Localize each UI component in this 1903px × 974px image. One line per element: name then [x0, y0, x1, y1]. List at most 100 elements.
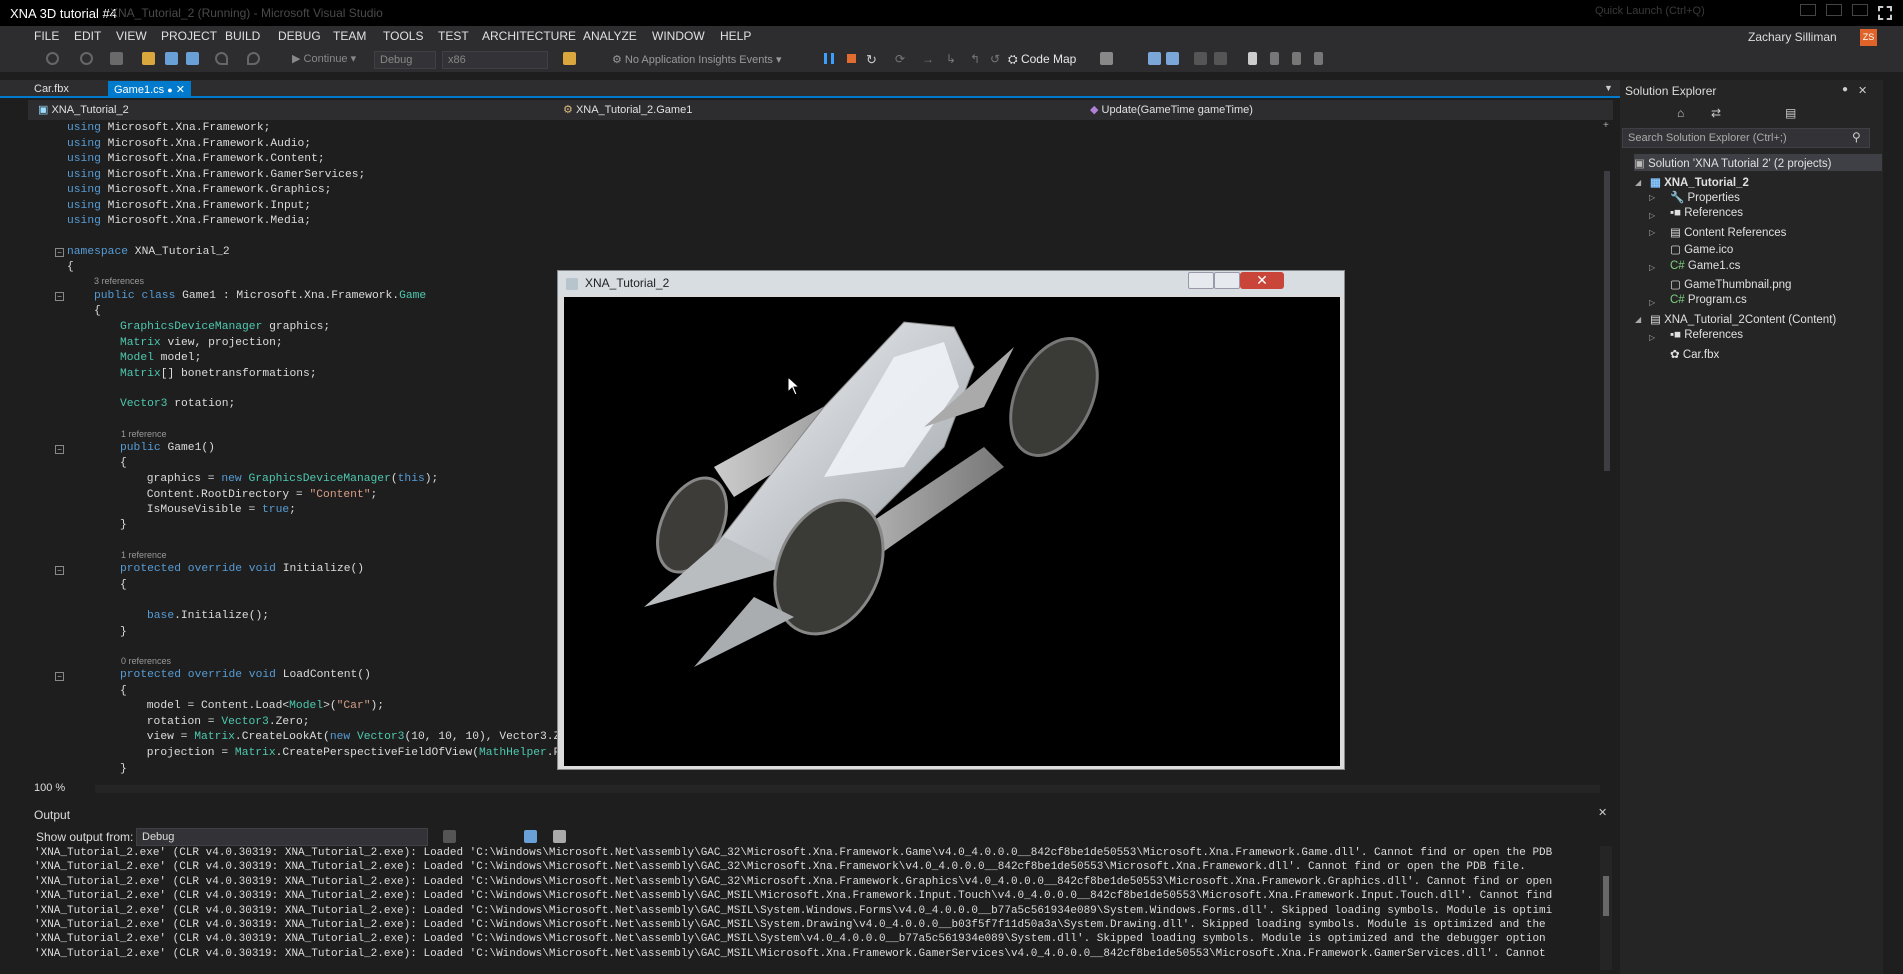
next-bookmark-icon[interactable]: [1292, 52, 1301, 65]
step-into-icon[interactable]: →: [922, 52, 934, 66]
scroll-thumb[interactable]: [1604, 171, 1610, 471]
solution-search-input[interactable]: Search Solution Explorer (Ctrl+;): [1622, 128, 1870, 148]
platform-select[interactable]: x86: [442, 51, 548, 69]
step-out-icon[interactable]: ↰: [970, 52, 980, 66]
tree-game1-cs[interactable]: C# Game1.cs: [1670, 260, 1740, 272]
save-all-icon[interactable]: [186, 52, 199, 65]
game-maximize-button[interactable]: [1214, 272, 1240, 289]
expand-icon[interactable]: ▷: [1649, 263, 1655, 272]
horizontal-scrollbar[interactable]: [95, 785, 1600, 793]
game-close-button[interactable]: ✕: [1240, 272, 1284, 289]
expand-icon[interactable]: ▷: [1649, 298, 1655, 307]
member-dropdown[interactable]: ◆ Update(GameTime gameTime): [1090, 103, 1253, 116]
clear-output-icon[interactable]: [443, 830, 456, 843]
menu-file[interactable]: FILE: [34, 29, 59, 43]
attach-icon[interactable]: [563, 52, 576, 65]
menu-debug[interactable]: DEBUG: [278, 29, 321, 43]
collapse-namespace-icon[interactable]: −: [55, 248, 64, 257]
scroll-thumb[interactable]: [1603, 876, 1609, 916]
step-over-icon[interactable]: ↳: [946, 52, 956, 66]
refresh-icon[interactable]: ↺: [990, 52, 1000, 66]
fullscreen-icon[interactable]: [1878, 6, 1892, 20]
output-source-select[interactable]: Debug: [136, 828, 428, 846]
se-close-icon[interactable]: ✕: [1858, 84, 1867, 97]
tab-overflow-icon[interactable]: ▼: [1604, 83, 1613, 93]
tab-game1-cs[interactable]: Game1.cs ● ✕: [108, 81, 191, 98]
maximize-button[interactable]: [1826, 4, 1842, 16]
menu-team[interactable]: TEAM: [333, 29, 366, 43]
game-viewport[interactable]: [564, 297, 1340, 766]
tree-content-references[interactable]: ▤ Content References: [1670, 225, 1786, 239]
collapse-all-icon[interactable]: ▤: [1785, 106, 1796, 120]
user-name[interactable]: Zachary Silliman: [1748, 30, 1837, 44]
menu-view[interactable]: VIEW: [116, 29, 147, 43]
codelens-references[interactable]: 0 references: [121, 656, 171, 666]
bookmark-icon[interactable]: [1248, 52, 1257, 65]
minimize-button[interactable]: [1800, 4, 1816, 16]
tree-references[interactable]: ▪■ References: [1670, 207, 1743, 219]
expand-icon[interactable]: ▷: [1649, 333, 1655, 342]
new-project-icon[interactable]: [110, 52, 123, 65]
menu-help[interactable]: HELP: [720, 29, 751, 43]
project-dropdown[interactable]: ▣ XNA_Tutorial_2: [38, 103, 129, 116]
tree-thumbnail[interactable]: ▢ GameThumbnail.png: [1670, 277, 1791, 291]
clear-bookmarks-icon[interactable]: [1314, 52, 1323, 65]
class-dropdown[interactable]: ⚙ XNA_Tutorial_2.Game1: [563, 103, 692, 116]
menu-window[interactable]: WINDOW: [652, 29, 705, 43]
search-icon[interactable]: ⚲: [1852, 130, 1861, 144]
tree-program-cs[interactable]: C# Program.cs: [1670, 294, 1747, 306]
sync-icon[interactable]: ⇄: [1711, 106, 1721, 120]
menu-build[interactable]: BUILD: [225, 29, 260, 43]
user-avatar[interactable]: ZS: [1860, 29, 1877, 46]
menu-test[interactable]: TEST: [438, 29, 469, 43]
toggle-wrap-icon[interactable]: [553, 830, 566, 843]
tree-content-references-2[interactable]: ▪■ References: [1670, 329, 1743, 341]
se-pin-icon[interactable]: ●: [1842, 84, 1848, 95]
prev-bookmark-icon[interactable]: [1270, 52, 1279, 65]
stop-icon[interactable]: [847, 54, 856, 63]
expand-icon[interactable]: ◢: [1635, 178, 1641, 187]
expand-icon[interactable]: ▷: [1649, 193, 1655, 202]
continue-button[interactable]: ▶ Continue ▾: [292, 52, 356, 65]
codelens-references[interactable]: 1 reference: [121, 429, 167, 439]
menu-tools[interactable]: TOOLS: [383, 29, 423, 43]
menu-edit[interactable]: EDIT: [74, 29, 101, 43]
save-icon[interactable]: [165, 52, 178, 65]
tree-solution[interactable]: ▣ Solution 'XNA Tutorial 2' (2 projects): [1634, 154, 1882, 171]
codelens-references[interactable]: 3 references: [94, 276, 144, 286]
collapse-ctor-icon[interactable]: −: [55, 445, 64, 454]
word-wrap-icon[interactable]: [524, 830, 537, 843]
menu-analyze[interactable]: ANALYZE: [583, 29, 637, 43]
collapse-class-icon[interactable]: −: [55, 292, 64, 301]
tree-content-project[interactable]: ▤ XNA_Tutorial_2Content (Content): [1650, 312, 1836, 326]
tree-game-ico[interactable]: ▢ Game.ico: [1670, 242, 1733, 256]
show-next-statement-icon[interactable]: ⟳: [895, 52, 905, 66]
home-icon[interactable]: ⌂: [1677, 106, 1684, 120]
codelens-references[interactable]: 1 reference: [121, 550, 167, 560]
output-scrollbar[interactable]: [1600, 846, 1612, 970]
insights-button[interactable]: ⚙ No Application Insights Events ▾: [612, 53, 781, 66]
collapse-loadcontent-icon[interactable]: −: [55, 672, 64, 681]
expand-icon[interactable]: ◢: [1635, 315, 1641, 324]
align-center-icon[interactable]: [1166, 52, 1179, 65]
close-window-button[interactable]: [1852, 4, 1868, 16]
quick-launch-input[interactable]: Quick Launch (Ctrl+Q): [1595, 5, 1705, 17]
tree-properties[interactable]: 🔧 Properties: [1670, 190, 1740, 204]
expand-icon[interactable]: ▷: [1649, 211, 1655, 220]
menu-architecture[interactable]: ARCHITECTURE: [482, 29, 576, 43]
collapse-initialize-icon[interactable]: −: [55, 566, 64, 575]
debug-tools-icon[interactable]: [1100, 52, 1113, 65]
config-select[interactable]: Debug: [374, 51, 436, 69]
code-map-button[interactable]: ⛭ Code Map: [1008, 52, 1076, 67]
menu-project[interactable]: PROJECT: [161, 29, 217, 43]
tree-car-fbx[interactable]: ✿ Car.fbx: [1670, 347, 1719, 361]
undo-icon[interactable]: [215, 52, 228, 65]
open-file-icon[interactable]: [142, 52, 155, 65]
tab-car-fbx[interactable]: Car.fbx: [28, 81, 75, 98]
redo-icon[interactable]: [247, 52, 260, 65]
comment-icon[interactable]: [1194, 52, 1207, 65]
back-icon[interactable]: [46, 52, 59, 65]
tree-project[interactable]: ▦ XNA_Tutorial_2: [1650, 175, 1749, 189]
forward-icon[interactable]: [80, 52, 93, 65]
split-icon[interactable]: +: [1603, 120, 1609, 131]
